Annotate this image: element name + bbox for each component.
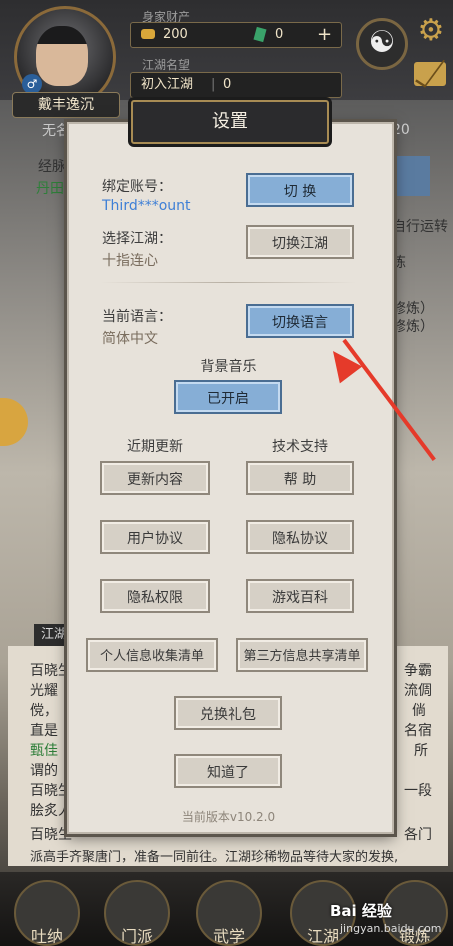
story-text: 一段 xyxy=(404,783,432,799)
choose-world-value: 十指连心 xyxy=(102,253,158,269)
personal-info-list-button[interactable]: 个人信息收集清单 xyxy=(86,638,218,672)
game-wiki-button[interactable]: 游戏百科 xyxy=(246,579,354,613)
gender-icon: ♂ xyxy=(22,74,42,94)
story-text: 谓的 xyxy=(30,763,58,779)
story-text: 倘 xyxy=(412,703,426,719)
help-button[interactable]: 帮 助 xyxy=(246,461,354,495)
gold-amount: 200 xyxy=(163,27,188,42)
music-toggle-button[interactable]: 已开启 xyxy=(174,380,282,414)
player-name: 戴丰逸沉 xyxy=(12,92,120,118)
story-text: 派高手齐聚唐门，准备一同前往。江湖珍稀物品等待大家的发换, xyxy=(30,850,399,865)
switch-account-button[interactable]: 切 换 xyxy=(246,173,354,207)
story-text: 傥， xyxy=(30,703,58,719)
bg-text: 自行运转 xyxy=(392,219,448,235)
bg-text: 炼 xyxy=(392,255,406,271)
choose-world-label: 选择江湖： xyxy=(102,231,172,247)
bg-text: 经脉 xyxy=(38,159,66,175)
nav-menpai[interactable]: 门派 xyxy=(104,880,170,946)
divider xyxy=(100,282,356,283)
baidu-watermark: Bai 经验 xyxy=(330,902,392,920)
gold-icon xyxy=(141,29,155,39)
story-text: 百晓生 xyxy=(30,827,72,843)
nav-wuxue[interactable]: 武学 xyxy=(196,880,262,946)
story-text: 名宿 xyxy=(404,723,432,739)
story-text: 脍炙人 xyxy=(30,803,72,819)
version-text: 当前版本v10.2.0 xyxy=(181,810,276,824)
bg-text: 修炼） xyxy=(392,319,434,335)
story-text: 百晓生 xyxy=(30,663,72,679)
bg-text: 丹田 xyxy=(36,181,64,197)
bg-text: 20 xyxy=(392,122,410,138)
switch-world-button[interactable]: 切换江湖 xyxy=(246,225,354,259)
bind-account-label: 绑定账号： xyxy=(102,179,172,195)
privacy-agreement-button[interactable]: 隐私协议 xyxy=(246,520,354,554)
third-party-sharing-button[interactable]: 第三方信息共享清单 xyxy=(236,638,368,672)
dialog-title: 设置 xyxy=(131,100,329,144)
ok-button[interactable]: 知道了 xyxy=(174,754,282,788)
story-text: 所 xyxy=(414,743,428,759)
recent-updates-label: 近期更新 xyxy=(127,439,183,455)
story-text: 光耀 xyxy=(30,683,58,699)
redeem-gift-button[interactable]: 兑换礼包 xyxy=(174,696,282,730)
story-text: 流倜 xyxy=(404,683,432,699)
fame-title: 初入江湖 xyxy=(141,77,194,92)
language-label: 当前语言： xyxy=(102,309,172,325)
avatar-portrait xyxy=(36,26,88,86)
jade-amount: 0 xyxy=(275,27,284,42)
story-text: 各门 xyxy=(404,827,432,843)
language-value: 简体中文 xyxy=(102,331,158,347)
bg-text: 无名 xyxy=(42,123,70,139)
update-content-button[interactable]: 更新内容 xyxy=(100,461,210,495)
tech-support-label: 技术支持 xyxy=(272,439,328,455)
bg-panel xyxy=(390,156,430,196)
wealth-bar: 200 0 + xyxy=(130,22,342,48)
bind-account-value: Third***ount xyxy=(102,198,191,214)
nav-tuna[interactable]: 吐纳 xyxy=(14,880,80,946)
mail-icon[interactable] xyxy=(414,62,446,86)
gear-icon[interactable]: ⚙ xyxy=(414,14,448,48)
story-text: 争霸 xyxy=(404,663,432,679)
switch-language-button[interactable]: 切换语言 xyxy=(246,304,354,338)
privacy-permission-button[interactable]: 隐私权限 xyxy=(100,579,210,613)
story-text: 直是 xyxy=(30,723,58,739)
story-text: 甄佳 xyxy=(30,743,58,759)
jade-icon xyxy=(253,26,267,43)
story-text: 百晓生 xyxy=(30,783,72,799)
bg-text: 修炼） xyxy=(392,301,434,317)
add-currency-button[interactable]: + xyxy=(317,23,332,47)
fame-value: 0 xyxy=(223,77,232,92)
fame-label: 江湖名望 xyxy=(142,58,191,72)
fame-bar: 初入江湖 | 0 xyxy=(130,72,342,98)
taiji-icon[interactable]: ☯ xyxy=(356,18,408,70)
watermark-url: jingyan.baidu.com xyxy=(340,922,442,935)
user-agreement-button[interactable]: 用户协议 xyxy=(100,520,210,554)
